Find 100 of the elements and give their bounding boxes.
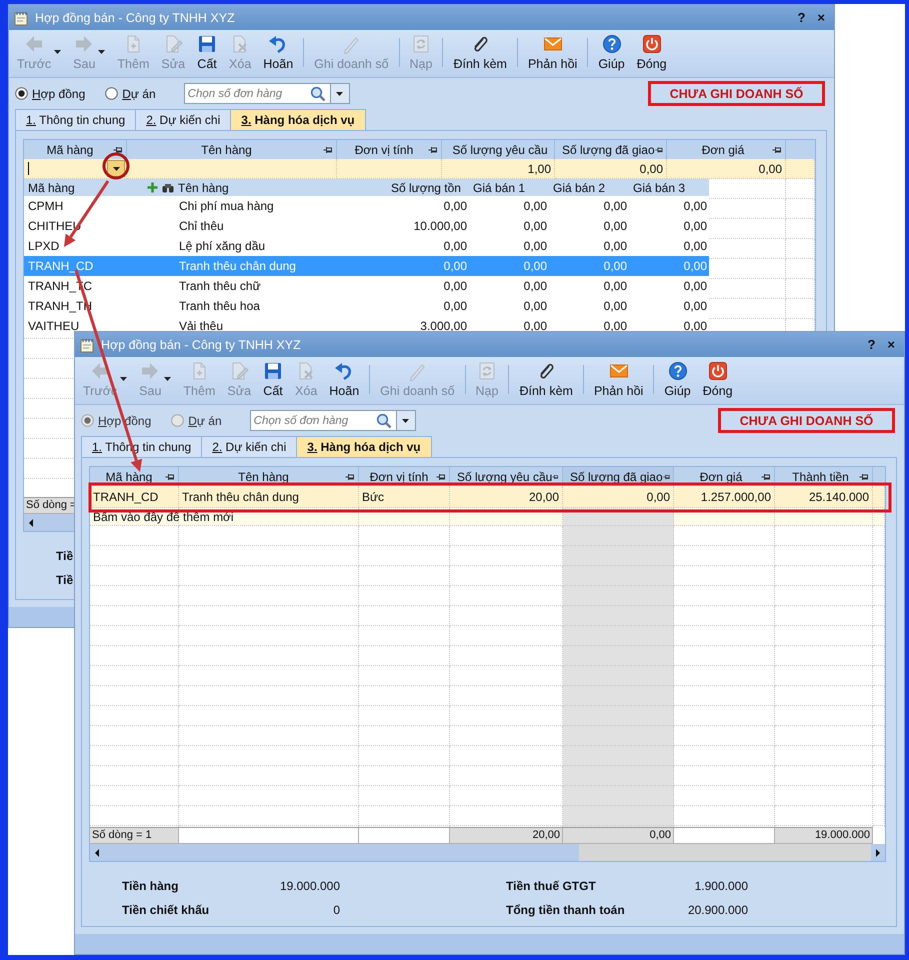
pin-icon — [323, 146, 333, 154]
caret-icon — [402, 418, 410, 422]
tab[interactable]: 3. Hàng hóa dịch vụ — [296, 436, 432, 457]
column-header[interactable]: Tên hàng — [142, 179, 387, 196]
table-cell — [873, 546, 885, 566]
table-cell — [873, 726, 885, 746]
input-field[interactable] — [24, 159, 127, 179]
status-badge: CHƯA GHI DOANH SỐ — [718, 408, 895, 433]
table-cell-text: 0,00 — [442, 278, 468, 295]
pin-icon — [552, 472, 559, 480]
caret-icon — [112, 166, 120, 170]
list-row[interactable]: CPMH Chi phí mua hàng 0,00 0,00 0,00 0,00 — [24, 196, 709, 216]
column-header[interactable]: Giá bán 1 — [469, 179, 549, 196]
dropdown-button[interactable] — [107, 160, 125, 177]
column-header[interactable]: Giá bán 2 — [549, 179, 629, 196]
table-cell-text: Tranh thêu chữ — [178, 278, 262, 295]
table-cell — [873, 666, 885, 686]
search-field[interactable]: Chọn số đơn hàng — [250, 410, 372, 431]
tab[interactable]: 2. Dự kiến chi — [201, 436, 296, 457]
table-cell-text: 0,00 — [442, 238, 468, 255]
close-button[interactable]: × — [814, 10, 828, 25]
horizontal-scrollbar[interactable] — [90, 844, 885, 861]
binoculars-icon — [162, 182, 174, 192]
total-value: 19.000.000 — [280, 879, 340, 893]
toolbar-button[interactable]: Hoãn — [323, 359, 366, 404]
radio-button[interactable]: Dự án — [105, 86, 156, 100]
table-cell-text: 0,00 — [602, 198, 628, 215]
radio-button[interactable]: Hợp đồng — [15, 86, 86, 100]
table-cell-text: 0,00 — [522, 258, 548, 275]
table-cell-text: 0,00 — [522, 278, 548, 295]
tab[interactable]: 2. Dự kiến chi — [135, 109, 230, 130]
notepad-icon — [79, 336, 95, 352]
search-field[interactable]: Chọn số đơn hàng — [184, 83, 306, 104]
toolbar-button[interactable]: Đóng — [696, 359, 739, 404]
total-label: Tiề — [56, 573, 74, 587]
total-value: 20.900.000 — [688, 903, 748, 917]
table-cell: 1,00 — [442, 159, 555, 179]
pin-icon — [428, 146, 438, 154]
toolbar-button[interactable]: Đính kèm — [513, 359, 579, 404]
toolbar-button[interactable]: Đính kèm — [447, 32, 513, 77]
pin-icon — [113, 146, 123, 154]
help-button[interactable]: ? — [864, 337, 878, 352]
arrow-left-icon — [24, 34, 44, 54]
caret-icon — [336, 92, 344, 96]
toolbar-button[interactable]: Hoãn — [257, 32, 300, 77]
toolbar-button[interactable]: Đóng — [630, 32, 673, 77]
window-title: Hợp đồng bán - Công ty TNHH XYZ — [35, 10, 236, 24]
toolbar-button[interactable]: Phản hồi — [588, 359, 650, 404]
pin-icon — [654, 146, 663, 154]
table-cell — [873, 606, 885, 626]
table-cell — [873, 766, 885, 786]
table-cell — [786, 219, 815, 239]
table-cell-text: 0,00 — [682, 218, 708, 235]
table-cell-text: Chi phí mua hàng — [178, 198, 275, 215]
tab[interactable]: 1. Thông tin chung — [15, 109, 136, 130]
dropdown-button[interactable] — [330, 83, 350, 104]
table-cell-text: CPMH — [27, 198, 64, 215]
table-cell-text: 0,00 — [442, 258, 468, 275]
table-cell — [873, 686, 885, 706]
power-icon — [708, 361, 728, 381]
table-cell-text: 0,00 — [522, 298, 548, 315]
table-cell-text: Tranh thêu hoa — [178, 298, 261, 315]
table-cell — [873, 566, 885, 586]
toolbar-button[interactable]: Giúp — [658, 359, 697, 404]
table-cell — [786, 199, 815, 219]
table-cell-text: 0,00 — [682, 298, 708, 315]
total-label: Tiền chiết khấu — [122, 903, 210, 917]
window-title: Hợp đồng bán - Công ty TNHH XYZ — [101, 338, 302, 352]
column-header[interactable]: Giá bán 3 — [629, 179, 709, 196]
help-button[interactable]: ? — [794, 10, 808, 25]
toolbar-button[interactable]: Phản hồi — [522, 32, 584, 77]
search-button[interactable] — [372, 410, 396, 431]
table-cell: 0,00 — [563, 486, 674, 508]
table-cell-text: 0,00 — [682, 278, 708, 295]
caret-icon — [120, 377, 128, 381]
column-header[interactable]: Mã hàng — [24, 179, 142, 196]
total-label: Tiề — [56, 549, 74, 563]
table-cell: 20,00 — [450, 827, 563, 844]
toolbar-button[interactable]: Cất — [257, 359, 290, 404]
tab[interactable]: 3. Hàng hóa dịch vụ — [230, 109, 366, 130]
row-count: Số dòng = 1 — [90, 827, 179, 844]
search-button[interactable] — [306, 83, 330, 104]
close-button[interactable]: × — [884, 337, 898, 352]
toolbar-button[interactable]: Giúp — [592, 32, 631, 77]
help-icon — [668, 361, 688, 381]
table-cell-text: 0,00 — [602, 318, 628, 335]
table-cell-text: Lệ phí xăng dầu — [178, 238, 266, 255]
dropdown-button[interactable] — [396, 410, 416, 431]
table-cell — [873, 646, 885, 666]
toolbar-button[interactable]: Cất — [191, 32, 224, 77]
table-cell-text: Chỉ thêu — [178, 218, 225, 235]
arrow-left-icon — [90, 361, 110, 381]
table-cell-text: VAITHEU — [27, 318, 80, 335]
table-cell — [873, 626, 885, 646]
column-header[interactable]: Số lượng tồn — [387, 179, 469, 196]
search-icon — [310, 86, 326, 102]
list-row[interactable]: LPXD Lệ phí xăng dầu 0,00 0,00 0,00 0,00 — [24, 236, 709, 256]
highlight-circle — [102, 152, 130, 180]
table-cell: 0,00 — [667, 159, 786, 179]
table-cell-text: 0,00 — [602, 278, 628, 295]
